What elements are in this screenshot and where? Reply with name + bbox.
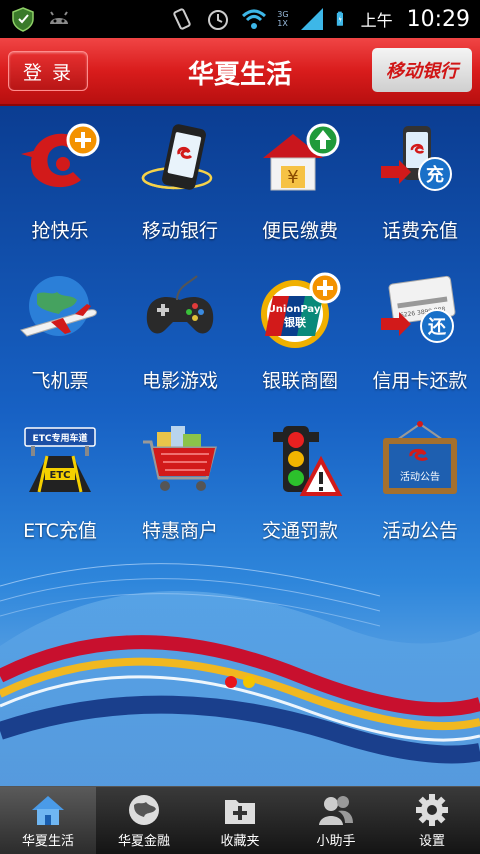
nav-label: 设置 — [418, 834, 445, 849]
grid-item-mobile-bank[interactable]: 移动银行 — [120, 120, 240, 248]
signal-icon — [300, 8, 323, 30]
page-dot-inactive[interactable] — [243, 676, 255, 688]
grid-item-notice[interactable]: 活动公告 活动公告 — [360, 420, 480, 548]
grid-item-label: 信用卡还款 — [372, 370, 468, 392]
network-type-1x: 1X — [277, 19, 288, 28]
grid-item-label: 特惠商户 — [141, 520, 218, 542]
login-button[interactable]: 登 录 — [8, 51, 88, 91]
repay-char: 还 — [427, 317, 447, 338]
favorites-folder-plus-icon — [225, 800, 255, 824]
house-payment-upload-icon: ¥ — [263, 123, 340, 191]
grid-item-etc[interactable]: ETC专用车道 ETC ETC充值 — [0, 420, 120, 548]
gamepad-icon — [146, 275, 214, 334]
main-content: 抢快乐 移动银行 ¥ 便民缴费 充 话费充值 飞机票 电影游戏 UnionPay… — [0, 106, 480, 786]
wifi-icon — [242, 9, 267, 29]
etc-lane-icon: ETC专用车道 ETC — [24, 427, 96, 493]
grid-item-label: 活动公告 — [381, 520, 458, 542]
grid-item-label: 飞机票 — [31, 370, 89, 392]
status-ampm: 上午 — [360, 11, 393, 30]
grid-item-label: 电影游戏 — [141, 370, 218, 392]
grid-item-air-ticket[interactable]: 飞机票 — [0, 270, 120, 398]
status-left — [10, 6, 72, 32]
grid-item-payment[interactable]: ¥ 便民缴费 — [240, 120, 360, 248]
page-indicator — [0, 676, 480, 688]
recharge-char: 充 — [426, 164, 444, 186]
nav-item-assistant[interactable]: 小助手 — [288, 787, 384, 854]
etc-road-text: ETC — [50, 470, 71, 481]
unionpay-text: UnionPay — [268, 304, 321, 315]
notice-board-icon: 活动公告 — [383, 421, 457, 494]
phone-recharge-icon: 充 — [381, 126, 452, 191]
grid-item-label: 银联商圈 — [261, 370, 338, 392]
mobile-bank-logo[interactable]: 移动银行 — [372, 48, 472, 92]
grid-item-label: 抢快乐 — [31, 220, 89, 242]
happy-grab-plus-icon — [21, 123, 100, 188]
battery-icon — [336, 11, 343, 26]
grid-item-happy-grab[interactable]: 抢快乐 — [0, 120, 120, 248]
notice-board-text: 活动公告 — [400, 470, 440, 483]
page-dot-active[interactable] — [225, 676, 237, 688]
gear-icon — [416, 794, 448, 826]
decorative-wave — [0, 563, 480, 786]
grid-item-traffic-fine[interactable]: 交通罚款 — [240, 420, 360, 548]
grid-item-unionpay[interactable]: UnionPay 银联 银联商圈 — [240, 270, 360, 398]
android-icon — [50, 11, 68, 24]
home-icon — [32, 796, 64, 825]
shield-icon — [12, 7, 34, 32]
nav-item-huaxia-life[interactable]: 华夏生活 — [0, 787, 96, 854]
vibrate-icon — [173, 8, 191, 30]
globe-icon — [129, 795, 159, 825]
alarm-icon — [208, 10, 229, 30]
assistant-people-icon — [319, 796, 353, 825]
nav-item-huaxia-finance[interactable]: 华夏金融 — [96, 787, 192, 854]
grid-item-label: 话费充值 — [381, 220, 458, 242]
airplane-globe-icon — [20, 276, 97, 337]
unionpay-plus-icon: UnionPay 银联 — [261, 272, 341, 348]
grid-item-discount-merchant[interactable]: 特惠商户 — [120, 420, 240, 548]
grid-item-phone-recharge[interactable]: 充 话费充值 — [360, 120, 480, 248]
grid-item-label: ETC充值 — [23, 520, 97, 542]
grid-item-label: 便民缴费 — [261, 220, 338, 242]
grid-item-label: 交通罚款 — [261, 520, 338, 542]
nav-item-settings[interactable]: 设置 — [384, 787, 480, 854]
nav-item-favorites[interactable]: 收藏夹 — [192, 787, 288, 854]
shopping-cart-icon — [143, 426, 217, 491]
nav-label: 华夏生活 — [21, 834, 74, 849]
nav-label: 收藏夹 — [220, 834, 260, 849]
grid-item-label: 移动银行 — [141, 220, 218, 242]
network-type-3g: 3G — [277, 10, 289, 19]
unionpay-cn-text: 银联 — [284, 315, 306, 329]
credit-card-repay-icon: 6226 3899 888 还 — [381, 275, 456, 343]
nav-label: 华夏金融 — [117, 834, 170, 849]
bottom-nav: 华夏生活 华夏金融 收藏夹 小助手 设置 — [0, 786, 480, 854]
network-type: 3G 1X — [277, 10, 288, 28]
function-grid: 抢快乐 移动银行 ¥ 便民缴费 充 话费充值 飞机票 电影游戏 UnionPay… — [0, 120, 480, 548]
nav-label: 小助手 — [316, 834, 356, 849]
grid-item-credit-repay[interactable]: 6226 3899 888 还 信用卡还款 — [360, 270, 480, 398]
status-right: 3G 1X 上午 10:29 — [169, 6, 470, 32]
status-bar: 3G 1X 上午 10:29 — [0, 0, 480, 38]
mobile-phone-icon — [141, 124, 213, 190]
grid-item-movie-game[interactable]: 电影游戏 — [120, 270, 240, 398]
traffic-light-warning-icon — [273, 426, 343, 496]
header-bar: 登 录 华夏生活 移动银行 — [0, 38, 480, 106]
house-symbol: ¥ — [287, 167, 298, 188]
status-time: 10:29 — [406, 6, 470, 32]
etc-sign-text: ETC专用车道 — [33, 432, 88, 444]
